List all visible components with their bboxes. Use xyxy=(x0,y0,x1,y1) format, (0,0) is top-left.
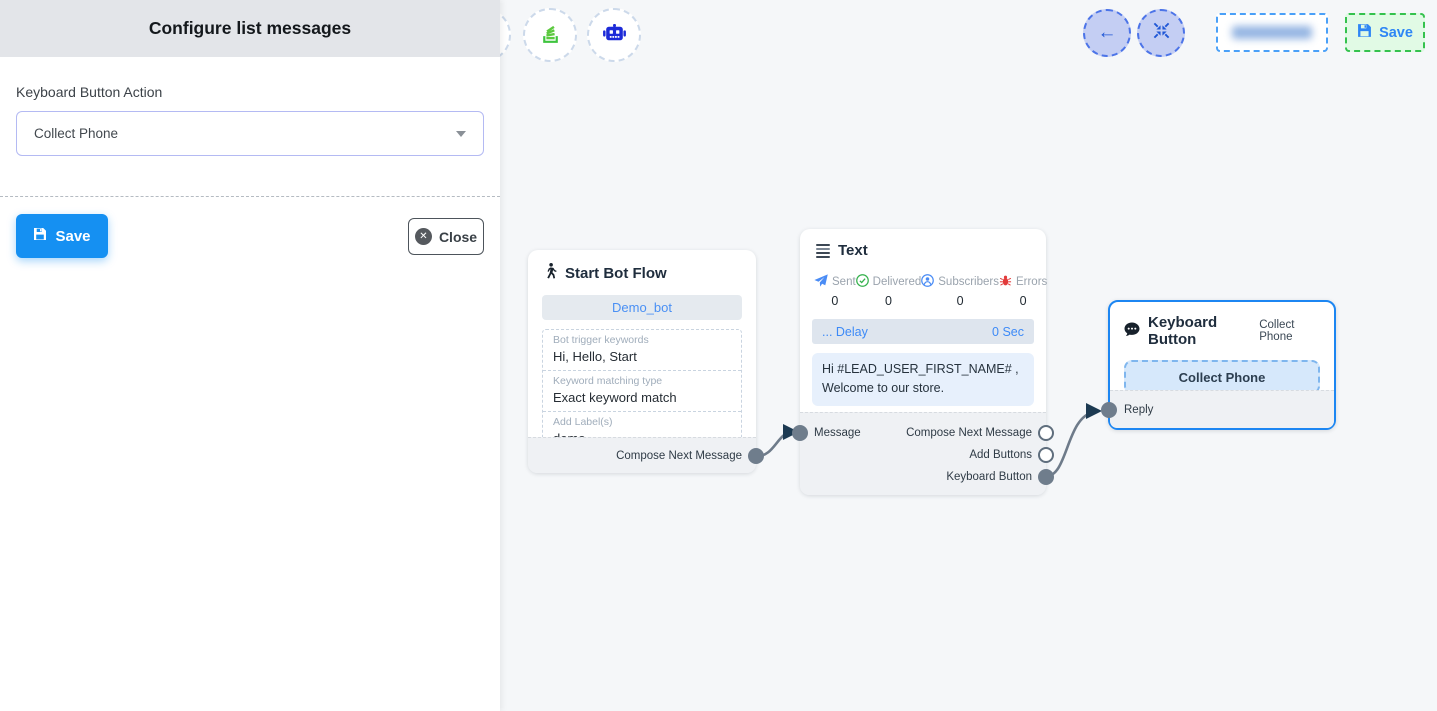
close-icon: ✕ xyxy=(415,228,432,245)
message-preview[interactable]: Hi #LEAD_USER_FIRST_NAME# , Welcome to o… xyxy=(812,353,1034,406)
detail-label: Bot trigger keywords xyxy=(553,334,731,346)
start-node-title: Start Bot Flow xyxy=(565,265,667,282)
detail-label: Keyword matching type xyxy=(553,375,731,387)
stat-label: Errors xyxy=(1016,276,1047,288)
output-label: Compose Next Message xyxy=(616,450,742,462)
stat-delivered: Delivered 0 xyxy=(856,274,922,308)
output-port-compose-next-message[interactable] xyxy=(748,448,764,464)
redacted-action-button[interactable] xyxy=(1216,13,1328,52)
stat-sent: Sent 0 xyxy=(814,274,856,308)
close-button[interactable]: ✕ Close xyxy=(408,218,484,255)
bug-icon xyxy=(999,274,1012,290)
output-row-keyboard-button: Keyboard Button xyxy=(906,466,1046,488)
delay-row[interactable]: ... Delay 0 Sec xyxy=(812,319,1034,344)
start-node-header: Start Bot Flow xyxy=(528,250,756,291)
keyboard-node-header: Keyboard Button Collect Phone xyxy=(1110,302,1334,358)
input-label: Message xyxy=(814,427,861,439)
select-value: Collect Phone xyxy=(34,126,118,141)
detail-value: Hi, Hello, Start xyxy=(553,349,731,364)
back-arrow-icon: ← xyxy=(1098,22,1117,44)
input-row-message: Message xyxy=(800,422,861,444)
check-circle-icon xyxy=(856,274,869,290)
output-label: Compose Next Message xyxy=(906,427,1032,439)
keyboard-button-node[interactable]: Keyboard Button Collect Phone Collect Ph… xyxy=(1108,300,1336,430)
output-row-add-buttons: Add Buttons xyxy=(906,444,1046,466)
start-node-details[interactable]: Bot trigger keywords Hi, Hello, Start Ke… xyxy=(542,329,742,453)
delay-label: ... Delay xyxy=(822,325,868,339)
stat-subscribers: Subscribers 0 xyxy=(921,274,999,308)
flow-save-button[interactable]: Save xyxy=(1345,13,1425,52)
text-node-header: Text xyxy=(800,229,1046,267)
bars-icon xyxy=(816,244,830,258)
paper-plane-icon xyxy=(814,274,828,290)
stat-value: 0 xyxy=(1020,294,1027,308)
detail-row: Bot trigger keywords Hi, Hello, Start xyxy=(543,330,741,371)
stat-label: Sent xyxy=(832,276,856,288)
keyboard-button-action-select[interactable]: Collect Phone xyxy=(16,111,484,156)
stat-value: 0 xyxy=(831,294,838,308)
input-label: Reply xyxy=(1124,404,1153,416)
stat-label: Subscribers xyxy=(938,276,999,288)
redacted-label xyxy=(1232,26,1312,39)
fit-view-button[interactable] xyxy=(1137,9,1185,57)
bot-name-chip[interactable]: Demo_bot xyxy=(542,295,742,320)
stat-value: 0 xyxy=(957,294,964,308)
output-port-keyboard-button[interactable] xyxy=(1038,469,1054,485)
detail-row: Keyword matching type Exact keyword matc… xyxy=(543,371,741,412)
close-button-label: Close xyxy=(439,229,477,245)
keyboard-button-action-label: Keyboard Button Action xyxy=(16,84,484,100)
start-bot-flow-node[interactable]: Start Bot Flow Demo_bot Bot trigger keyw… xyxy=(528,250,756,473)
input-port-reply[interactable] xyxy=(1101,402,1117,418)
stat-label: Delivered xyxy=(873,276,922,288)
output-column: Compose Next Message Add Buttons Keyboar… xyxy=(906,422,1046,488)
floppy-icon xyxy=(1357,23,1372,42)
detail-label: Add Label(s) xyxy=(553,416,731,428)
back-button[interactable]: ← xyxy=(1083,9,1131,57)
output-row-compose-next-message: Compose Next Message xyxy=(906,422,1046,444)
keyboard-node-footer: Reply xyxy=(1110,390,1334,428)
output-label: Add Buttons xyxy=(969,449,1032,461)
compress-icon xyxy=(1152,21,1171,45)
panel-title: Configure list messages xyxy=(0,0,500,57)
save-button[interactable]: Save xyxy=(16,214,108,258)
output-port-compose-next-message[interactable] xyxy=(1038,425,1054,441)
delay-value: 0 Sec xyxy=(992,325,1024,339)
detail-value: Exact keyword match xyxy=(553,390,731,405)
chat-bubble-icon xyxy=(1124,322,1140,341)
panel-actions: Save ✕ Close xyxy=(0,197,500,258)
output-port-add-buttons[interactable] xyxy=(1038,447,1054,463)
bot-button[interactable] xyxy=(587,8,641,62)
keyboard-node-title: Keyboard Button xyxy=(1148,314,1251,348)
text-node-footer: Message Compose Next Message Add Buttons… xyxy=(800,412,1046,495)
subscriber-icon xyxy=(921,274,934,290)
robot-icon xyxy=(601,19,628,51)
flow-save-label: Save xyxy=(1379,25,1413,41)
stat-value: 0 xyxy=(885,294,892,308)
stat-errors: Errors 0 xyxy=(999,274,1047,308)
keyboard-action-button[interactable]: Collect Phone xyxy=(1124,360,1320,394)
stack-flows-button[interactable] xyxy=(523,8,577,62)
walking-person-icon xyxy=(544,263,557,283)
config-panel: Configure list messages Keyboard Button … xyxy=(0,0,500,711)
output-label: Keyboard Button xyxy=(946,471,1032,483)
chevron-down-icon xyxy=(456,131,466,137)
text-node[interactable]: Text Sent 0 Delivered 0 xyxy=(800,229,1046,495)
save-button-label: Save xyxy=(55,228,90,245)
text-node-title: Text xyxy=(838,242,868,259)
floppy-icon xyxy=(33,227,47,245)
stats-row: Sent 0 Delivered 0 Subscribers xyxy=(800,267,1046,308)
input-port-message[interactable] xyxy=(792,425,808,441)
panel-body: Keyboard Button Action Collect Phone xyxy=(0,57,500,156)
start-node-footer: Compose Next Message xyxy=(528,437,756,473)
stack-icon xyxy=(537,19,564,51)
keyboard-node-subtitle: Collect Phone xyxy=(1259,319,1320,343)
